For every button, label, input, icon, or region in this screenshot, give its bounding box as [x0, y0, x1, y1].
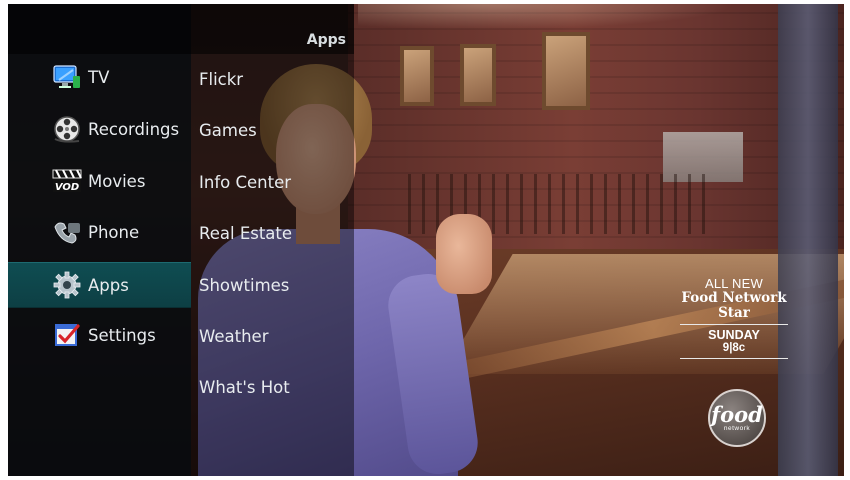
- main-menu-label: Settings: [88, 325, 156, 345]
- food-network-logo: food network: [708, 389, 766, 447]
- tv-monitor-icon: [52, 62, 82, 92]
- main-menu-label: TV: [88, 67, 110, 87]
- promo-day: SUNDAY: [708, 328, 760, 342]
- main-menu-label: Recordings: [88, 119, 180, 139]
- menu-header: Apps: [8, 4, 354, 54]
- vod-icon-text: VOD: [55, 182, 79, 193]
- main-menu-item-settings[interactable]: Settings: [8, 312, 191, 358]
- logo-subword: network: [723, 424, 751, 432]
- promo-divider: [680, 358, 788, 359]
- submenu-item-whats-hot[interactable]: What's Hot: [199, 378, 290, 397]
- gear-icon: [52, 270, 82, 300]
- submenu-item-flickr[interactable]: Flickr: [199, 70, 243, 89]
- submenu-item-games[interactable]: Games: [199, 121, 257, 140]
- main-menu-item-phone[interactable]: Phone: [8, 209, 191, 255]
- promo-divider: [680, 324, 788, 325]
- promo-time: 9|8c: [722, 342, 746, 354]
- film-reel-icon: [52, 114, 82, 144]
- main-menu-label: Movies: [88, 171, 146, 191]
- promo-headline: ALL NEW: [705, 276, 763, 291]
- channel-promo: ALL NEW Food Network Star SUNDAY 9|8c: [678, 276, 790, 362]
- video-ceiling-lights: [358, 4, 778, 34]
- phone-icon: [52, 217, 82, 247]
- main-menu-label: Apps: [88, 275, 129, 295]
- video-pillar: [778, 4, 838, 476]
- main-menu-item-tv[interactable]: TV: [8, 54, 191, 100]
- main-menu-label: Phone: [88, 222, 140, 242]
- submenu-item-real-estate[interactable]: Real Estate: [199, 224, 292, 243]
- submenu-item-showtimes[interactable]: Showtimes: [199, 276, 289, 295]
- promo-show-title-line1: Food Network: [681, 290, 787, 306]
- main-menu-item-apps[interactable]: Apps: [8, 262, 191, 308]
- submenu-item-info-center[interactable]: Info Center: [199, 173, 291, 192]
- wall-picture: [542, 32, 590, 110]
- submenu-item-weather[interactable]: Weather: [199, 327, 268, 346]
- main-menu-item-recordings[interactable]: Recordings: [8, 106, 191, 152]
- vod-clapper-icon: VOD: [52, 166, 82, 196]
- logo-word: food: [711, 401, 763, 427]
- promo-show-title-line2: Star: [718, 305, 750, 321]
- video-player: Apps TV Recordings VOD Movies Phone Apps…: [8, 4, 844, 476]
- main-menu-item-movies[interactable]: VOD Movies: [8, 158, 191, 204]
- menu-title: Apps: [306, 32, 346, 48]
- checkbox-icon: [52, 320, 82, 350]
